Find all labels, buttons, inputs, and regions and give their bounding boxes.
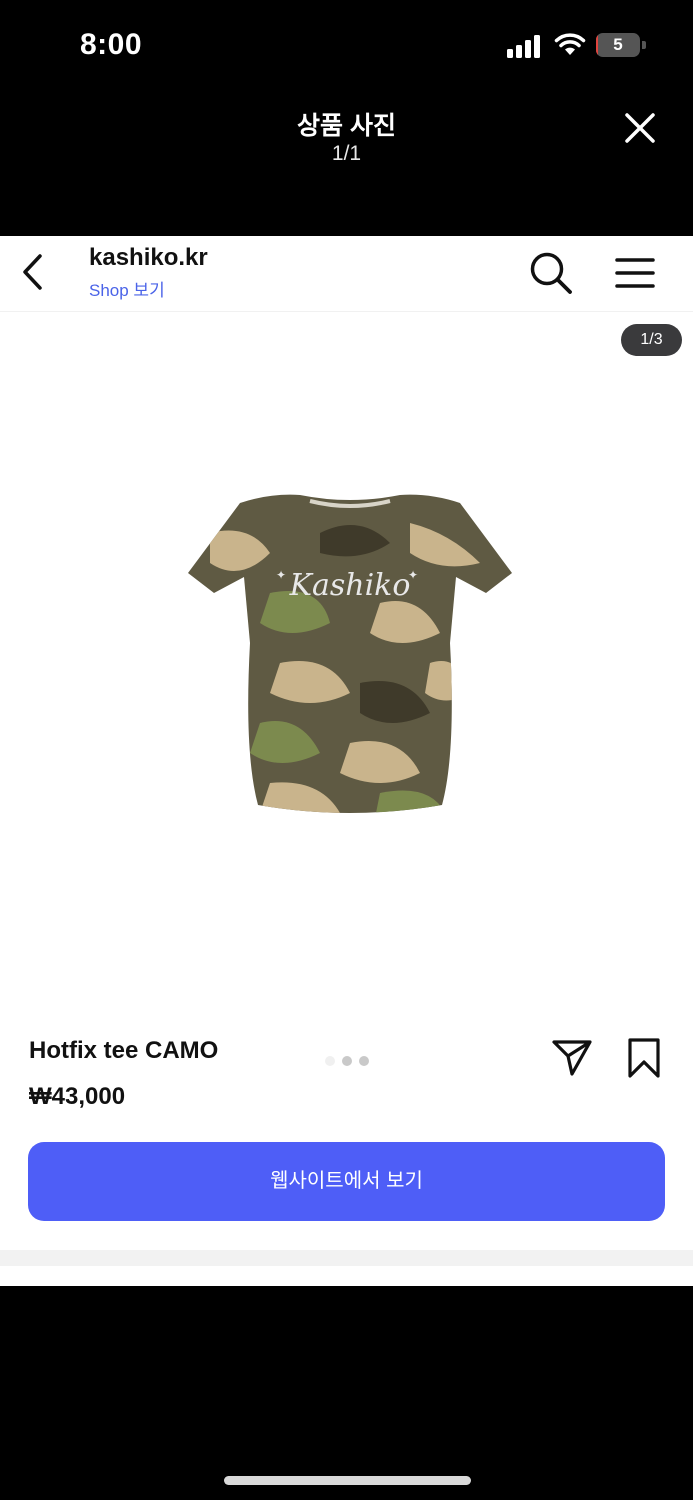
battery-icon: 5 (596, 33, 646, 57)
view-on-website-button[interactable]: 웹사이트에서 보기 (28, 1142, 665, 1221)
status-bar: 8:00 5 (0, 0, 693, 92)
product-price: ₩43,000 (29, 1083, 126, 1110)
viewer-photo-counter: 1/1 (331, 142, 362, 165)
battery-level: 5 (613, 35, 623, 54)
pagination-dot-active (325, 1056, 335, 1066)
camo-tshirt-image: Kashiko ✦ ✦ (188, 494, 512, 814)
product-name: Hotfix tee CAMO (29, 1037, 219, 1064)
viewer-header: 상품 사진 1/1 (0, 92, 693, 236)
wifi-icon (554, 33, 586, 55)
shop-header: kashiko.kr Shop 보기 (0, 236, 693, 312)
svg-text:✦: ✦ (276, 568, 286, 582)
product-image-gallery[interactable]: 1/3 Kashiko ✦ ✦ (0, 313, 693, 1066)
image-counter-badge: 1/3 (621, 324, 682, 356)
pagination-dot (359, 1056, 369, 1066)
hamburger-menu-icon[interactable] (614, 254, 656, 292)
product-card: kashiko.kr Shop 보기 1/3 Kashiko ✦ ✦ Hotfi… (0, 236, 693, 1286)
screen: 8:00 5 상품 사진 1/1 kashiko.kr Shop 보기 1/3 … (0, 0, 693, 1500)
back-chevron-icon[interactable] (18, 252, 50, 292)
close-icon[interactable] (620, 108, 660, 148)
viewer-title: 상품 사진 (297, 112, 396, 140)
home-indicator[interactable] (224, 1476, 471, 1485)
status-time: 8:00 (80, 28, 143, 61)
shop-name[interactable]: kashiko.kr (89, 244, 208, 272)
svg-text:✦: ✦ (408, 568, 418, 582)
image-pagination-dots (320, 1056, 380, 1068)
pagination-dot (342, 1056, 352, 1066)
cellular-signal-icon (507, 34, 543, 58)
shop-link[interactable]: Shop 보기 (89, 276, 165, 301)
shirt-logo-text: Kashiko (289, 568, 411, 603)
bookmark-icon[interactable] (624, 1036, 664, 1080)
search-icon[interactable] (528, 250, 574, 296)
share-send-icon[interactable] (550, 1036, 594, 1080)
section-divider (0, 1250, 693, 1266)
